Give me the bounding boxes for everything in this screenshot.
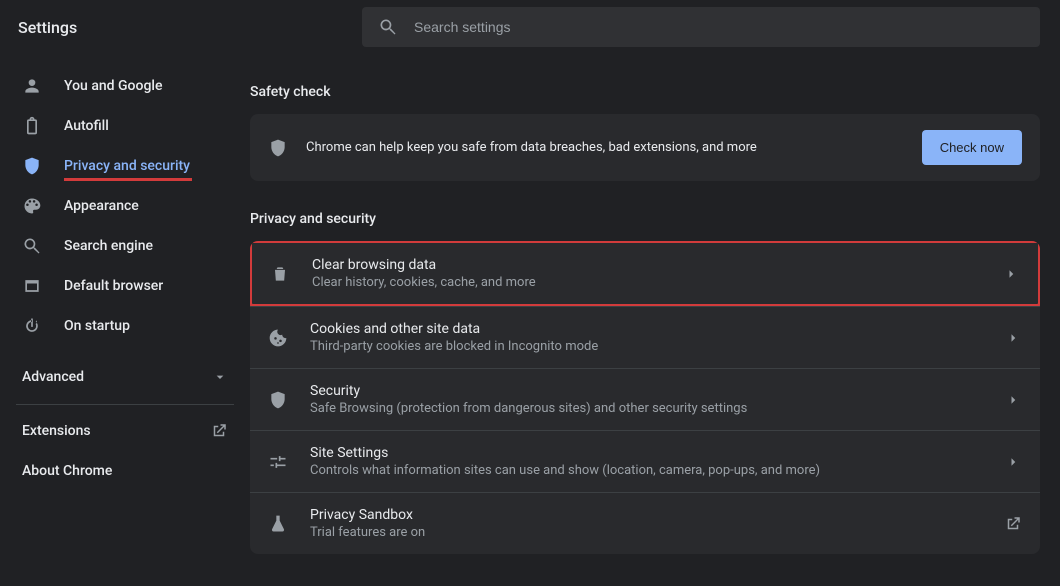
chevron-right-icon xyxy=(1004,453,1022,471)
row-title: Cookies and other site data xyxy=(310,321,982,337)
chevron-right-icon xyxy=(1004,329,1022,347)
external-link-icon xyxy=(210,422,228,440)
search-box[interactable] xyxy=(362,7,1040,47)
sidebar-item-on-startup[interactable]: On startup xyxy=(0,306,250,346)
row-clear-browsing-data[interactable]: Clear browsing data Clear history, cooki… xyxy=(250,241,1040,307)
cookie-icon xyxy=(268,328,288,348)
sidebar-advanced[interactable]: Advanced xyxy=(0,356,250,398)
sidebar-item-label: On startup xyxy=(64,318,130,334)
divider xyxy=(16,404,234,405)
row-subtitle: Controls what information sites can use … xyxy=(310,463,982,478)
row-subtitle: Third-party cookies are blocked in Incog… xyxy=(310,339,982,354)
privacy-list: Clear browsing data Clear history, cooki… xyxy=(250,241,1040,554)
sidebar-item-label: You and Google xyxy=(64,78,162,94)
row-cookies[interactable]: Cookies and other site data Third-party … xyxy=(250,306,1040,368)
safety-check-card: Chrome can help keep you safe from data … xyxy=(250,114,1040,181)
sidebar-item-label: Privacy and security xyxy=(64,158,190,174)
sidebar-item-default-browser[interactable]: Default browser xyxy=(0,266,250,306)
external-link-icon xyxy=(1004,515,1022,533)
sidebar-item-label: Appearance xyxy=(64,198,139,214)
safety-check-message: Chrome can help keep you safe from data … xyxy=(306,140,904,155)
page-title: Settings xyxy=(0,18,362,37)
row-title: Security xyxy=(310,383,982,399)
row-subtitle: Safe Browsing (protection from dangerous… xyxy=(310,401,982,416)
privacy-section-title: Privacy and security xyxy=(250,211,1040,227)
shield-icon xyxy=(268,390,288,410)
sidebar-item-appearance[interactable]: Appearance xyxy=(0,186,250,226)
search-input[interactable] xyxy=(414,19,1024,35)
caret-down-icon xyxy=(212,369,228,385)
check-now-button[interactable]: Check now xyxy=(922,130,1022,165)
sidebar-item-search-engine[interactable]: Search engine xyxy=(0,226,250,266)
row-site-settings[interactable]: Site Settings Controls what information … xyxy=(250,430,1040,492)
row-title: Privacy Sandbox xyxy=(310,507,982,523)
window-icon xyxy=(22,276,42,296)
sidebar-extensions-label: Extensions xyxy=(22,423,91,439)
row-title: Site Settings xyxy=(310,445,982,461)
chevron-right-icon xyxy=(1002,265,1020,283)
row-security[interactable]: Security Safe Browsing (protection from … xyxy=(250,368,1040,430)
sidebar-advanced-label: Advanced xyxy=(22,369,84,385)
topbar: Settings xyxy=(0,0,1060,54)
row-privacy-sandbox[interactable]: Privacy Sandbox Trial features are on xyxy=(250,492,1040,554)
sidebar-about[interactable]: About Chrome xyxy=(0,451,250,491)
shield-icon xyxy=(22,156,42,176)
sidebar-item-label: Autofill xyxy=(64,118,109,134)
search-icon xyxy=(378,17,398,37)
sidebar-item-privacy[interactable]: Privacy and security xyxy=(0,146,250,186)
sidebar-item-autofill[interactable]: Autofill xyxy=(0,106,250,146)
clipboard-icon xyxy=(22,116,42,136)
sidebar-extensions[interactable]: Extensions xyxy=(0,411,250,451)
palette-icon xyxy=(22,196,42,216)
trash-icon xyxy=(270,264,290,284)
shield-icon xyxy=(268,138,288,158)
row-subtitle: Clear history, cookies, cache, and more xyxy=(312,275,980,290)
sliders-icon xyxy=(268,452,288,472)
search-icon xyxy=(22,236,42,256)
sidebar-item-you-and-google[interactable]: You and Google xyxy=(0,66,250,106)
row-title: Clear browsing data xyxy=(312,257,980,273)
power-icon xyxy=(22,316,42,336)
flask-icon xyxy=(268,514,288,534)
main-content: Safety check Chrome can help keep you sa… xyxy=(250,54,1060,586)
sidebar-item-label: Default browser xyxy=(64,278,163,294)
person-icon xyxy=(22,76,42,96)
chevron-right-icon xyxy=(1004,391,1022,409)
sidebar-item-label: Search engine xyxy=(64,238,153,254)
sidebar-about-label: About Chrome xyxy=(22,463,112,479)
row-subtitle: Trial features are on xyxy=(310,525,982,540)
sidebar: You and Google Autofill Privacy and secu… xyxy=(0,54,250,586)
safety-check-title: Safety check xyxy=(250,84,1040,100)
